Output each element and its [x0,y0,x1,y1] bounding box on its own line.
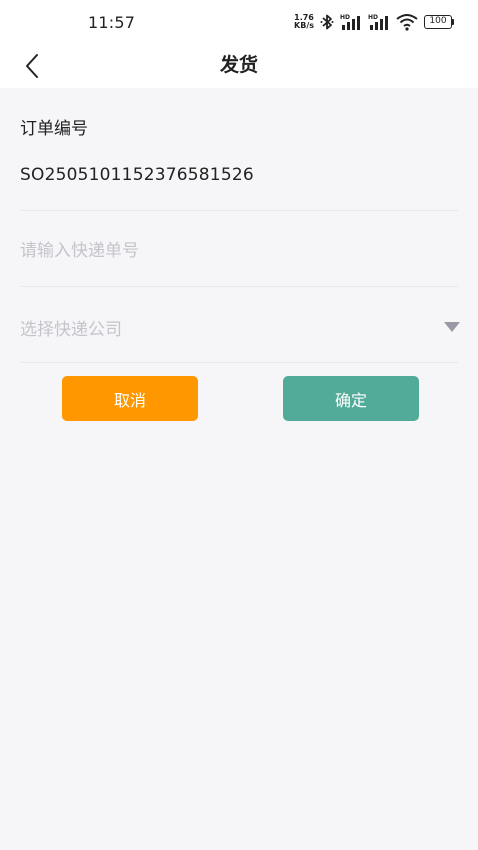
bluetooth-icon [320,14,334,30]
triangle-down-icon [444,322,460,332]
status-icons: 1.76 KB/s HD HD 100 [294,12,454,32]
divider [20,362,458,363]
signal-hd-icon: HD [340,14,360,30]
status-time: 11:57 [88,13,136,32]
status-bar: 11:57 1.76 KB/s HD HD 100 [0,0,478,44]
net-speed-unit: KB/s [294,21,314,30]
divider [20,210,458,211]
wifi-icon [396,14,418,31]
battery-icon: 100 [424,15,454,29]
confirm-button[interactable]: 确定 [283,376,419,421]
tracking-number-input[interactable] [20,231,458,271]
battery-level: 100 [424,15,452,29]
order-number-label: 订单编号 [20,119,88,139]
cancel-button[interactable]: 取消 [62,376,198,421]
svg-text:HD: HD [340,14,350,21]
nav-bar: 发货 [0,44,478,88]
page-title: 发货 [219,54,258,76]
battery-tip [452,19,454,25]
divider [20,286,458,287]
courier-company-select[interactable]: 选择快递公司 [20,307,460,347]
order-number-value: SO2505101152376581526 [20,165,254,185]
svg-text:HD: HD [368,14,378,21]
courier-company-placeholder: 选择快递公司 [20,319,122,340]
net-speed: 1.76 KB/s [294,14,314,30]
signal-hd-icon: HD [368,14,388,30]
